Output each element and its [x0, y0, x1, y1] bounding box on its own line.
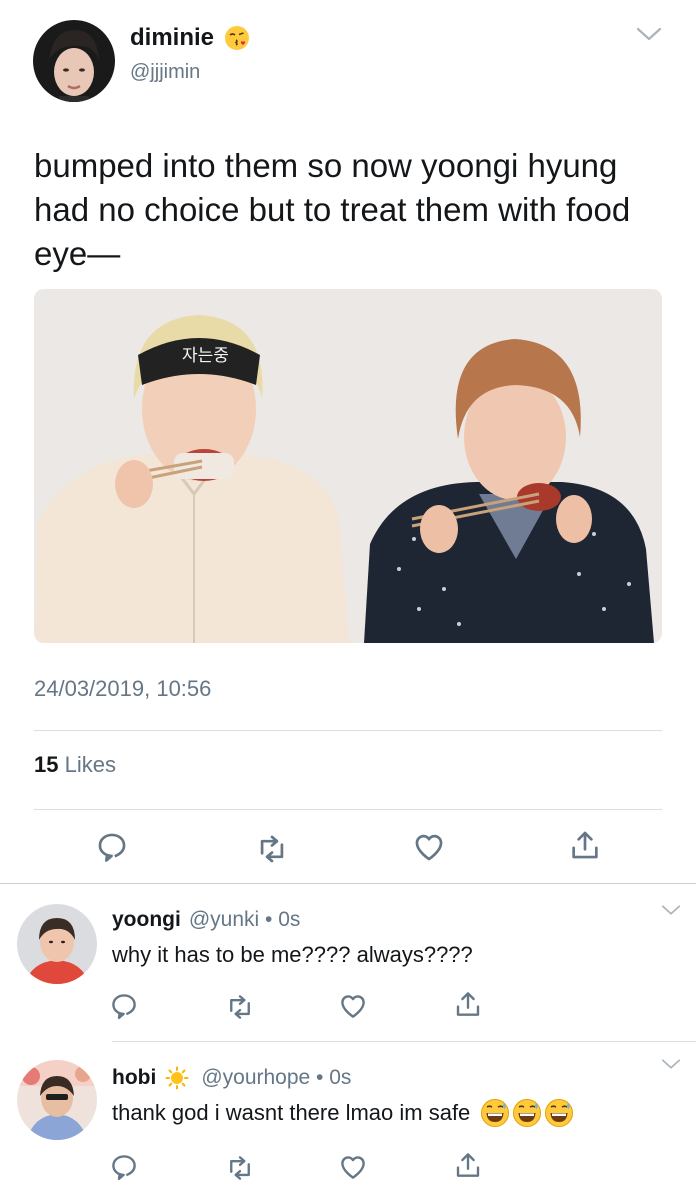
reply-tweet[interactable]: hobi @yourhope • 0s thank god i wasnt th… — [0, 1042, 696, 1200]
divider — [34, 809, 662, 810]
chevron-down-icon[interactable] — [660, 1058, 682, 1070]
reply-icon[interactable] — [109, 991, 139, 1021]
likes-number: 15 — [34, 752, 59, 777]
reply-display-name[interactable]: yoongi — [112, 908, 181, 932]
share-icon[interactable] — [453, 1150, 483, 1180]
like-icon[interactable] — [338, 991, 368, 1021]
reply-tweet[interactable]: yoongi @yunki • 0s why it has to be me??… — [0, 884, 696, 1040]
grinning-sweat-emoji — [512, 1098, 542, 1128]
face-blowing-kiss-emoji — [224, 25, 250, 51]
retweet-icon[interactable] — [225, 1153, 255, 1183]
reply-text: thank god i wasnt there lmao im safe — [112, 1100, 471, 1125]
author-handle[interactable]: @jjjimin — [130, 61, 200, 84]
retweet-icon[interactable] — [225, 992, 255, 1022]
likes-count[interactable]: 15 Likes — [34, 752, 116, 778]
author-avatar[interactable] — [33, 20, 115, 102]
grinning-sweat-emoji — [544, 1098, 574, 1128]
sleep-mask-text: 자는중 — [182, 346, 229, 366]
reply-header: hobi @yourhope • 0s — [112, 1066, 351, 1090]
reply-text: why it has to be me???? always???? — [112, 942, 473, 967]
author-display-name[interactable]: diminie — [130, 24, 214, 52]
reply-header: yoongi @yunki • 0s — [112, 908, 300, 932]
share-icon[interactable] — [568, 828, 602, 862]
reply-display-name[interactable]: hobi — [112, 1066, 156, 1090]
like-icon[interactable] — [338, 1152, 368, 1182]
chevron-down-icon[interactable] — [636, 26, 662, 42]
divider — [34, 730, 662, 731]
tweet-timestamp[interactable]: 24/03/2019, 10:56 — [34, 676, 211, 702]
chevron-down-icon[interactable] — [660, 904, 682, 916]
reply-text-row: thank god i wasnt there lmao im safe — [112, 1098, 574, 1128]
tweet-photo[interactable]: 자는중 — [34, 289, 662, 643]
reply-text-row: why it has to be me???? always???? — [112, 942, 473, 968]
reply-icon[interactable] — [109, 1152, 139, 1182]
tweet-text: bumped into them so now yoongi hyung had… — [34, 147, 631, 272]
like-icon[interactable] — [412, 830, 446, 864]
share-icon[interactable] — [453, 989, 483, 1019]
sun-emoji — [165, 1066, 189, 1090]
reply-handle[interactable]: @yunki • 0s — [189, 908, 301, 932]
emoji-group — [480, 1098, 574, 1128]
likes-label: Likes — [64, 752, 116, 777]
author-name-row: diminie — [130, 24, 250, 52]
reply-avatar[interactable] — [17, 1060, 97, 1140]
reply-avatar[interactable] — [17, 904, 97, 984]
retweet-icon[interactable] — [255, 832, 289, 866]
grinning-sweat-emoji — [480, 1098, 510, 1128]
reply-handle[interactable]: @yourhope • 0s — [201, 1066, 351, 1090]
reply-icon[interactable] — [95, 830, 129, 864]
main-tweet: diminie @jjjimin bumped into them so now… — [0, 0, 696, 882]
